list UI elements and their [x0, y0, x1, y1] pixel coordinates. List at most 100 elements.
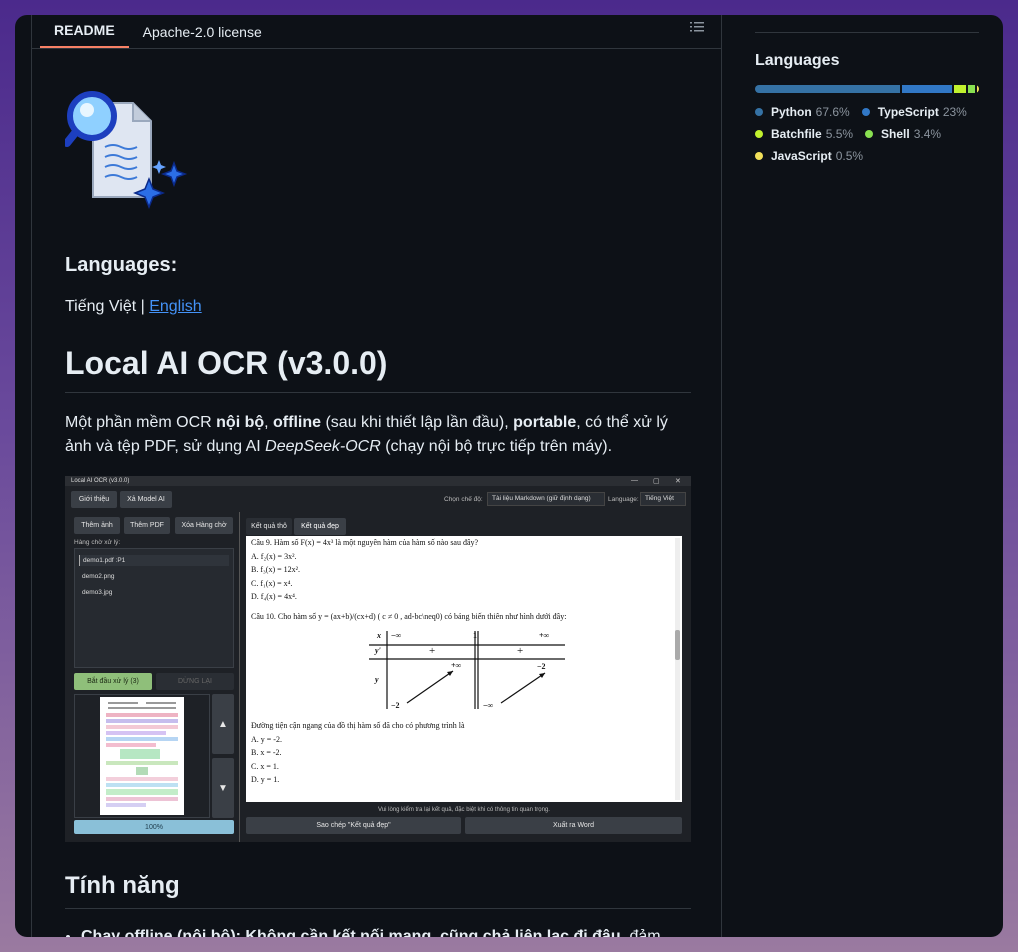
- vt-yprime: y': [375, 646, 381, 655]
- app-tab-pretty: Kết quả đẹp: [294, 518, 346, 535]
- desc-bold-3: portable: [513, 414, 577, 431]
- vt-y: y: [375, 675, 379, 684]
- features-heading: Tính năng: [65, 872, 691, 909]
- language-name: Python: [771, 105, 812, 119]
- app-queue-item: demo3.jpg: [82, 589, 113, 596]
- languages-heading: Languages:: [65, 254, 178, 276]
- language-name: Batchfile: [771, 127, 822, 141]
- app-page-thumbnail: [100, 697, 184, 815]
- desc-bold-1: nội bộ: [216, 414, 265, 431]
- language-bar: [755, 85, 979, 93]
- language-bar-segment: [902, 85, 952, 93]
- language-dot-icon: [865, 130, 874, 138]
- language-item[interactable]: TypeScript 23%: [861, 105, 967, 119]
- readme-panel: README Apache-2.0 license Languages: Tiế…: [31, 15, 722, 937]
- outline-icon[interactable]: [689, 19, 705, 35]
- feature-item: Chạy offline (nội bộ): Không cần kết nối…: [81, 928, 701, 937]
- lang-vietnamese: Tiếng Việt: [65, 298, 137, 315]
- page-title: Local AI OCR (v3.0.0): [65, 345, 691, 393]
- description: Một phần mềm OCR nội bộ, offline (sau kh…: [65, 411, 691, 459]
- feature-bold: Chạy offline (nội bộ): Không cần kết nối…: [81, 928, 621, 937]
- vt-neg-inf: −∞: [391, 631, 402, 640]
- app-tab-raw: Kết quả thô: [246, 518, 292, 535]
- vt-plus: +: [429, 645, 436, 657]
- language-item[interactable]: Shell 3.4%: [865, 127, 941, 141]
- app-logo: [63, 85, 195, 215]
- app-progress: 100%: [74, 820, 234, 834]
- vt-minus-two: −2: [537, 662, 546, 671]
- language-name: Shell: [881, 127, 910, 141]
- app-window-title: Local AI OCR (v3.0.0): [71, 478, 130, 484]
- variation-table: x −∞ 1 +∞ y' + + y +∞ −2 −2 −∞: [251, 629, 677, 719]
- vt-minus-two: −2: [391, 701, 400, 710]
- doc-line: Câu 9. Hàm số F(x) = 4x³ là một nguyên h…: [251, 538, 479, 547]
- desc-text-3: (sau khi thiết lập lần đầu),: [321, 414, 514, 431]
- app-btn-start: Bắt đầu xử lý (3): [74, 673, 152, 690]
- tab-license[interactable]: Apache-2.0 license: [129, 15, 276, 48]
- app-note: Vui lòng kiểm tra lại kết quả, đặc biệt …: [378, 807, 550, 813]
- language-bar-segment: [755, 85, 901, 93]
- language-bar-segment: [977, 85, 979, 93]
- app-btn-intro: Giới thiệu: [71, 491, 117, 508]
- language-links: Tiếng Việt | English: [65, 298, 202, 316]
- language-percent: 67.6%: [815, 105, 850, 119]
- lang-separator: |: [136, 298, 150, 315]
- doc-line: Câu 10. Cho hàm số y = (ax+b)/(cx+d) ( c…: [251, 611, 567, 621]
- languages-title: Languages: [755, 52, 840, 69]
- desc-text-2: ,: [264, 414, 274, 431]
- app-btn-clear-queue: Xóa Hàng chờ: [175, 517, 233, 534]
- language-name: JavaScript: [771, 149, 832, 163]
- app-btn-stop: DỪNG LẠI: [156, 673, 234, 690]
- desc-text-1: Một phần mềm OCR: [65, 414, 217, 431]
- doc-line: B. x = -2.: [251, 748, 282, 757]
- app-btn-copy: Sao chép "Kết quả đẹp": [246, 817, 461, 834]
- feature-rest: , đảm: [620, 928, 661, 937]
- desc-bold-2: offline: [273, 414, 322, 431]
- sidebar-divider: [755, 32, 979, 33]
- doc-line: D. y = 1.: [251, 775, 280, 784]
- language-dot-icon: [755, 152, 763, 160]
- vt-x: x: [377, 631, 381, 640]
- doc-line: B. f₃(x) = 12x².: [251, 565, 301, 574]
- app-splitter: [239, 512, 240, 842]
- maximize-icon: ▢: [653, 478, 660, 485]
- app-queue-label: Hàng chờ xử lý:: [74, 539, 121, 546]
- app-nav-up: ▲: [212, 694, 234, 754]
- desc-italic-1: DeepSeek-OCR: [265, 438, 381, 455]
- language-percent: 23%: [942, 105, 967, 119]
- language-bar-segment: [967, 85, 975, 93]
- app-queue-item: demo1.pdf :P1: [79, 555, 229, 566]
- language-dot-icon: [861, 108, 870, 116]
- language-percent: 0.5%: [835, 149, 864, 163]
- close-icon: ✕: [675, 478, 681, 485]
- vt-pos-inf: +∞: [451, 661, 462, 670]
- language-item[interactable]: Python 67.6%: [755, 105, 850, 119]
- vt-plus: +: [517, 645, 524, 657]
- app-doc-scrollbar: [675, 538, 680, 800]
- desc-text-5: (chạy nội bộ trực tiếp trên máy).: [380, 438, 613, 455]
- vt-pos-inf: +∞: [539, 631, 550, 640]
- app-mode-label: Chọn chế độ:: [444, 496, 483, 503]
- language-name: TypeScript: [877, 105, 939, 119]
- app-screenshot: Local AI OCR (v3.0.0) — ▢ ✕ Giới thiệu X…: [65, 476, 691, 842]
- doc-line: C. x = 1.: [251, 761, 279, 771]
- github-window: README Apache-2.0 license Languages: Tiế…: [15, 15, 1003, 937]
- app-titlebar: Local AI OCR (v3.0.0): [65, 476, 691, 486]
- language-percent: 5.5%: [825, 127, 854, 141]
- language-legend: Python 67.6% TypeScript 23% Batchfile 5.5% She…: [755, 105, 979, 171]
- features-list: Chạy offline (nội bộ): Không cần kết nối…: [81, 928, 701, 937]
- vt-neg-inf: −∞: [483, 701, 494, 710]
- language-dot-icon: [755, 130, 763, 138]
- language-percent: 3.4%: [913, 127, 942, 141]
- language-item[interactable]: JavaScript 0.5%: [755, 149, 863, 163]
- doc-line: A. y = -2.: [251, 734, 282, 744]
- doc-line: C. f₁(x) = x⁴.: [251, 578, 293, 588]
- lang-english-link[interactable]: English: [149, 298, 201, 315]
- app-mode-select: Tài liệu Markdown (giữ định dạng): [487, 492, 605, 506]
- language-item[interactable]: Batchfile 5.5%: [755, 127, 853, 141]
- minimize-icon: —: [631, 477, 638, 484]
- language-dot-icon: [755, 108, 763, 116]
- readme-tabs: README Apache-2.0 license: [32, 15, 721, 49]
- tab-readme[interactable]: README: [40, 15, 129, 48]
- app-btn-export: Xuất ra Word: [465, 817, 682, 834]
